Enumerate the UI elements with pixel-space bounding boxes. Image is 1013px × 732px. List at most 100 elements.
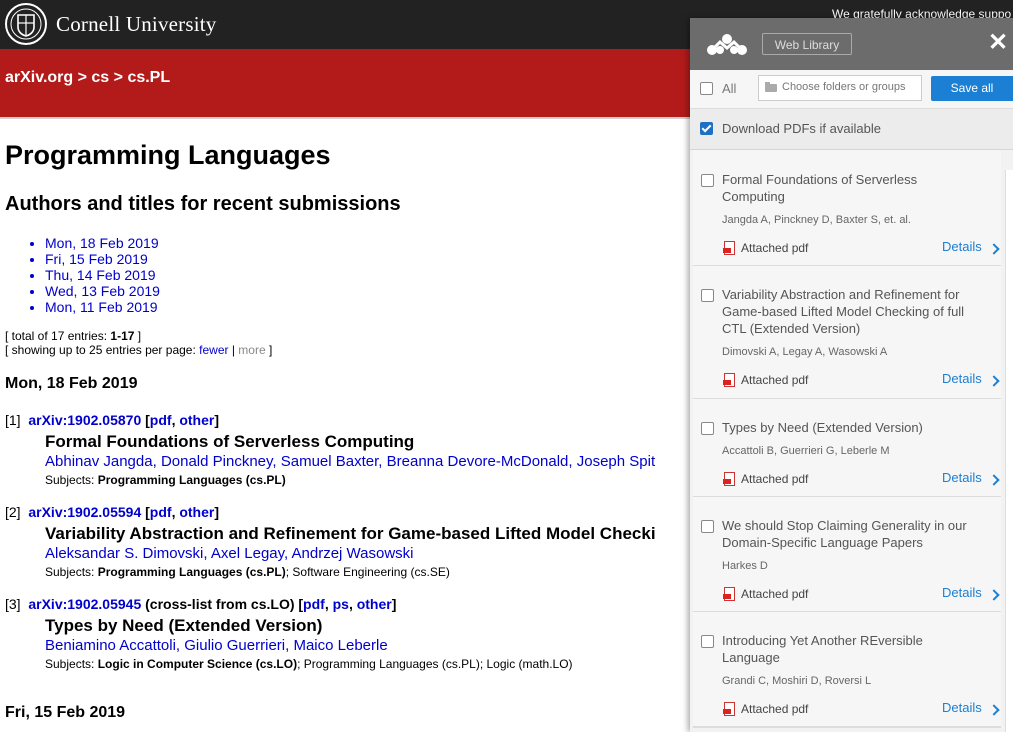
details-link[interactable]: Details <box>942 239 982 254</box>
web-library-button[interactable]: Web Library <box>762 33 852 55</box>
author-link[interactable]: Maico Leberle <box>293 637 387 654</box>
selection-toolbar: All Choose folders or groups Save all <box>690 70 1013 109</box>
date-link[interactable]: Fri, 15 Feb 2019 <box>45 251 148 267</box>
pdf-icon <box>723 702 735 716</box>
reference-checkbox[interactable] <box>701 520 714 533</box>
arxiv-id-link[interactable]: arXiv:1902.05870 <box>28 412 141 428</box>
chevron-right-icon[interactable] <box>988 474 1000 486</box>
author-link[interactable]: Samuel Baxter <box>281 453 379 470</box>
date-item: Fri, 15 Feb 2019 <box>45 251 160 267</box>
author-link[interactable]: Joseph Spit <box>577 453 655 470</box>
author-link[interactable]: Abhinav Jangda <box>45 453 153 470</box>
totals-range: 1-17 <box>110 329 135 343</box>
author-link[interactable]: Breanna Devore-McDonald <box>387 453 569 470</box>
close-icon[interactable]: ✕ <box>988 30 1008 56</box>
pdf-link[interactable]: pdf <box>303 596 325 612</box>
per-page-text: ] <box>265 343 273 357</box>
reference-authors: Grandi C, Moshiri D, Roversi L <box>722 675 872 687</box>
day-heading: Fri, 15 Feb 2019 <box>5 704 126 721</box>
breadcrumb-cs-link[interactable]: cs <box>91 69 109 86</box>
details-link[interactable]: Details <box>942 585 982 600</box>
folder-icon <box>765 82 777 92</box>
other-link[interactable]: other <box>357 596 392 612</box>
entry-title: Types by Need (Extended Version) <box>45 616 323 635</box>
reference-title: Introducing Yet Another REversible Langu… <box>722 633 923 665</box>
subjects-label: Subjects: <box>45 565 98 579</box>
entry-authors: Abhinav Jangda, Donald Pinckney, Samuel … <box>45 453 656 470</box>
pdf-link[interactable]: pdf <box>150 412 172 428</box>
reference-title: Types by Need (Extended Version) <box>722 420 923 435</box>
fewer-link[interactable]: fewer <box>199 343 228 357</box>
entry-number: [3] <box>5 596 21 612</box>
entry-number: [1] <box>5 412 21 428</box>
entry-totals: [ total of 17 entries: 1-17 ] [ showing … <box>5 329 272 357</box>
entry-number: [2] <box>5 504 21 520</box>
ps-link[interactable]: ps <box>333 596 349 612</box>
reference-authors: Harkes D <box>722 560 768 572</box>
entry-title: Formal Foundations of Serverless Computi… <box>45 432 415 451</box>
primary-subject: Logic in Computer Science (cs.LO) <box>97 657 298 671</box>
attachment-label: Attached pdf <box>741 702 809 716</box>
listing-entry: [3] arXiv:1902.05945 (cross-list from cs… <box>5 595 695 673</box>
breadcrumb-separator: > <box>109 69 128 86</box>
cornell-logo[interactable]: Cornell University <box>4 2 217 46</box>
date-item: Mon, 18 Feb 2019 <box>45 235 160 251</box>
date-link[interactable]: Thu, 14 Feb 2019 <box>45 267 156 283</box>
arxiv-id-link[interactable]: arXiv:1902.05945 <box>28 596 141 612</box>
page-subtitle: Authors and titles for recent submission… <box>5 193 401 215</box>
author-link[interactable]: Donald Pinckney <box>161 453 272 470</box>
panel-header: Web Library ✕ <box>690 18 1013 70</box>
pdf-icon <box>723 373 735 387</box>
reference-checkbox[interactable] <box>701 422 714 435</box>
reference-card: Types by Need (Extended Version) Accatto… <box>693 399 1001 497</box>
folder-group-selector[interactable]: Choose folders or groups <box>758 75 922 101</box>
date-list: Mon, 18 Feb 2019 Fri, 15 Feb 2019 Thu, 1… <box>5 235 160 315</box>
reference-authors: Jangda A, Pinckney D, Baxter S, et. al. <box>722 214 911 226</box>
author-link[interactable]: Aleksandar S. Dimovski <box>45 545 203 562</box>
chevron-right-icon[interactable] <box>988 243 1000 255</box>
entry-authors: Aleksandar S. Dimovski, Axel Legay, Andr… <box>45 545 414 562</box>
subjects-label: Subjects: <box>45 473 98 487</box>
date-item: Mon, 11 Feb 2019 <box>45 299 160 315</box>
save-all-button[interactable]: Save all <box>931 76 1013 101</box>
arxiv-id-link[interactable]: arXiv:1902.05594 <box>28 504 141 520</box>
pdf-icon <box>723 241 735 255</box>
date-link[interactable]: Mon, 11 Feb 2019 <box>45 299 158 315</box>
reference-checkbox[interactable] <box>701 289 714 302</box>
author-link[interactable]: Andrzej Wasowski <box>292 545 414 562</box>
details-link[interactable]: Details <box>942 700 982 715</box>
select-all-label: All <box>722 81 737 96</box>
folder-selector-placeholder: Choose folders or groups <box>782 81 906 93</box>
date-link[interactable]: Mon, 18 Feb 2019 <box>45 235 159 251</box>
scrollbar[interactable] <box>1005 170 1013 732</box>
page-title: Programming Languages <box>5 140 331 170</box>
chevron-right-icon[interactable] <box>988 375 1000 387</box>
entry-title: Variability Abstraction and Refinement f… <box>45 524 656 543</box>
author-link[interactable]: Axel Legay <box>211 545 284 562</box>
chevron-right-icon[interactable] <box>988 704 1000 716</box>
reference-title: We should Stop Claiming Generality in ou… <box>722 518 967 550</box>
pdf-icon <box>723 587 735 601</box>
date-item: Wed, 13 Feb 2019 <box>45 283 160 299</box>
reference-checkbox[interactable] <box>701 174 714 187</box>
details-link[interactable]: Details <box>942 470 982 485</box>
chevron-right-icon[interactable] <box>988 589 1000 601</box>
other-link[interactable]: other <box>179 412 214 428</box>
cross-list-note: (cross-list from cs.LO) [ <box>145 596 304 612</box>
details-link[interactable]: Details <box>942 371 982 386</box>
per-page-text: [ showing up to 25 entries per page: <box>5 343 200 357</box>
download-pdfs-checkbox[interactable] <box>700 122 713 135</box>
select-all-checkbox[interactable] <box>700 82 713 95</box>
reference-card: Introducing Yet Another REversible Langu… <box>693 612 1001 727</box>
reference-card: Formal Foundations of Serverless Computi… <box>693 150 1001 266</box>
download-pdf-row: Download PDFs if available <box>690 109 1013 150</box>
date-link[interactable]: Wed, 13 Feb 2019 <box>45 283 160 299</box>
entry-authors: Beniamino Accattoli, Giulio Guerrieri, M… <box>45 637 388 654</box>
other-link[interactable]: other <box>179 504 214 520</box>
reference-checkbox[interactable] <box>701 635 714 648</box>
author-link[interactable]: Beniamino Accattoli <box>45 637 176 654</box>
breadcrumb: arXiv.org > cs > cs.PL <box>5 69 170 87</box>
pdf-link[interactable]: pdf <box>150 504 172 520</box>
breadcrumb-arxiv-link[interactable]: arXiv.org <box>5 69 73 86</box>
author-link[interactable]: Giulio Guerrieri <box>184 637 285 654</box>
